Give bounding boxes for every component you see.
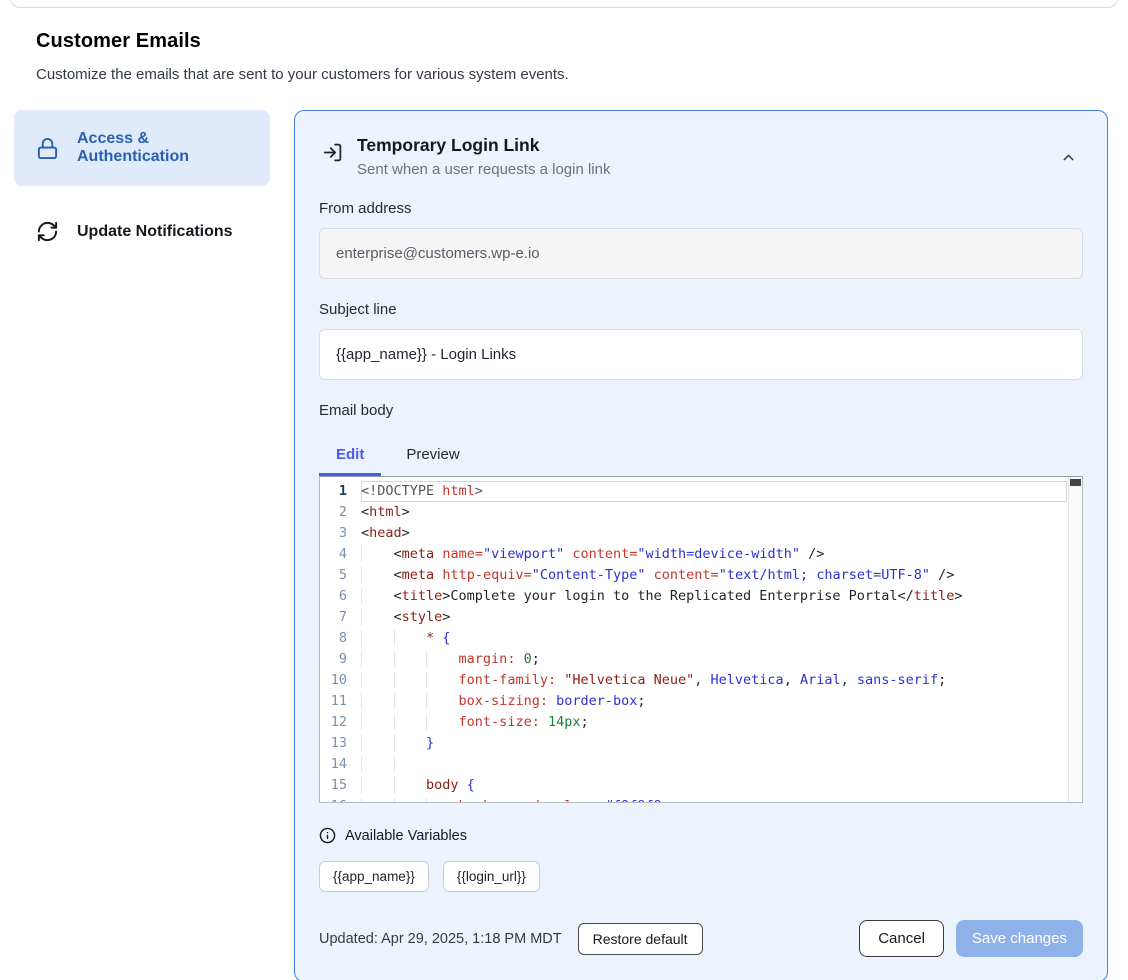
variable-chip-app-name[interactable]: {{app_name}}	[319, 861, 429, 892]
page-subtitle: Customize the emails that are sent to yo…	[36, 66, 1092, 83]
page-header: Customer Emails Customize the emails tha…	[0, 0, 1128, 83]
editor-scrollbar-thumb[interactable]	[1070, 479, 1081, 486]
line-number: 1	[320, 481, 361, 502]
line-number: 14	[320, 754, 361, 775]
from-address-label: From address	[319, 200, 1083, 217]
code-line[interactable]: 4 <meta name="viewport" content="width=d…	[320, 544, 1067, 565]
cancel-button[interactable]: Cancel	[859, 920, 944, 957]
tab-edit[interactable]: Edit	[319, 435, 381, 476]
code-line[interactable]: 5 <meta http-equiv="Content-Type" conten…	[320, 565, 1067, 586]
save-changes-button[interactable]: Save changes	[956, 920, 1083, 957]
customer-emails-page: Customer Emails Customize the emails tha…	[0, 0, 1128, 980]
tab-preview[interactable]: Preview	[389, 435, 476, 476]
line-number: 10	[320, 670, 361, 691]
updated-timestamp: Updated: Apr 29, 2025, 1:18 PM MDT	[319, 931, 562, 947]
email-types-sidebar: Access & Authentication Update Notificat…	[14, 110, 270, 257]
available-variables-section: Available Variables {{app_name}} {{login…	[319, 827, 1083, 892]
section-title: Temporary Login Link	[357, 135, 1054, 156]
code-line[interactable]: 9 margin: 0;	[320, 649, 1067, 670]
code-line[interactable]: 15 body {	[320, 775, 1067, 796]
page-title: Customer Emails	[36, 30, 1092, 53]
variable-chip-login-url[interactable]: {{login_url}}	[443, 861, 540, 892]
line-number: 13	[320, 733, 361, 754]
chevron-up-icon	[1060, 149, 1077, 166]
line-number: 15	[320, 775, 361, 796]
code-line[interactable]: 6 <title>Complete your login to the Repl…	[320, 586, 1067, 607]
info-icon	[319, 827, 336, 844]
line-number: 12	[320, 712, 361, 733]
code-line[interactable]: 13 }	[320, 733, 1067, 754]
line-number: 6	[320, 586, 361, 607]
from-address-input[interactable]	[319, 228, 1083, 279]
code-line[interactable]: 10 font-family: "Helvetica Neue", Helvet…	[320, 670, 1067, 691]
editor-scrollbar[interactable]	[1068, 477, 1082, 802]
available-variables-label: Available Variables	[345, 828, 467, 844]
subject-line-label: Subject line	[319, 301, 1083, 318]
sidebar-item-access-authentication[interactable]: Access & Authentication	[14, 110, 270, 186]
line-number: 3	[320, 523, 361, 544]
code-line[interactable]: 14	[320, 754, 1067, 775]
code-line[interactable]: 12 font-size: 14px;	[320, 712, 1067, 733]
sidebar-item-update-notifications[interactable]: Update Notifications	[14, 206, 270, 257]
code-line[interactable]: 16 background-color: #f9f9f9;	[320, 796, 1067, 803]
subject-line-input[interactable]	[319, 329, 1083, 380]
email-body-tabs: Edit Preview	[319, 435, 1083, 476]
section-subtitle: Sent when a user requests a login link	[357, 161, 1054, 178]
line-number: 11	[320, 691, 361, 712]
code-line[interactable]: 11 box-sizing: border-box;	[320, 691, 1067, 712]
sidebar-item-label: Update Notifications	[77, 223, 233, 241]
line-number: 7	[320, 607, 361, 628]
line-number: 9	[320, 649, 361, 670]
code-line[interactable]: 8 * {	[320, 628, 1067, 649]
line-number: 5	[320, 565, 361, 586]
line-number: 2	[320, 502, 361, 523]
line-number: 4	[320, 544, 361, 565]
code-line[interactable]: 2<html>	[320, 502, 1067, 523]
lock-icon	[36, 137, 59, 160]
sidebar-item-label: Access & Authentication	[77, 130, 254, 166]
code-line[interactable]: 7 <style>	[320, 607, 1067, 628]
log-in-icon	[322, 142, 343, 163]
email-body-label: Email body	[319, 402, 1083, 419]
panel-header: Temporary Login Link Sent when a user re…	[319, 135, 1083, 178]
panel-footer: Updated: Apr 29, 2025, 1:18 PM MDT Resto…	[319, 920, 1083, 957]
line-number: 16	[320, 796, 361, 803]
code-editor[interactable]: 1<!DOCTYPE html>2<html>3<head>4 <meta na…	[319, 476, 1083, 803]
code-line[interactable]: 3<head>	[320, 523, 1067, 544]
refresh-icon	[36, 220, 59, 243]
previous-card-edge	[10, 0, 1118, 8]
code-lines: 1<!DOCTYPE html>2<html>3<head>4 <meta na…	[320, 481, 1067, 803]
collapse-section-button[interactable]	[1054, 143, 1083, 172]
line-number: 8	[320, 628, 361, 649]
code-line[interactable]: 1<!DOCTYPE html>	[320, 481, 1067, 502]
temporary-login-link-panel: Temporary Login Link Sent when a user re…	[294, 110, 1108, 980]
restore-default-button[interactable]: Restore default	[578, 923, 703, 955]
